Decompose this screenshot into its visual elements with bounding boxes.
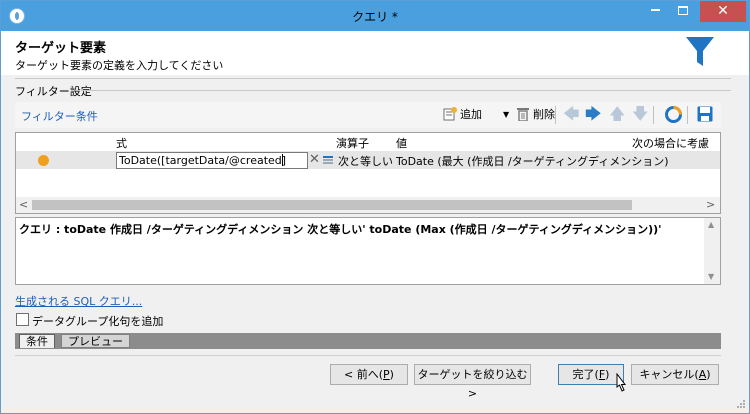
column-header-consider[interactable]: 次の場合に考慮 [632, 135, 709, 151]
expression-editor-icon[interactable] [323, 155, 333, 165]
mouse-pointer-icon [616, 373, 627, 392]
value-cell[interactable]: ToDate (最大 (作成日 /ターゲティングディメンション) [396, 153, 669, 169]
finish-button-label: 完了( [572, 368, 599, 381]
expression-input[interactable]: ToDate([targetData/@created] [116, 152, 308, 169]
header-subtitle: ターゲット要素の定義を入力してください [15, 59, 224, 72]
resize-grip-icon[interactable] [736, 399, 746, 409]
distribution-pie-icon[interactable] [665, 106, 682, 123]
previous-button[interactable]: < 前へ(P) [330, 364, 408, 385]
previous-button-shortcut: P [383, 368, 390, 381]
filter-group-divider [81, 90, 731, 91]
add-button-label[interactable]: 追加 [460, 106, 482, 124]
query-summary-box: クエリ : toDate 作成日 /ターゲティングディメンション 次と等しい' … [15, 217, 721, 285]
cancel-button-label: キャンセル( [639, 368, 699, 381]
text-cursor [282, 154, 283, 166]
data-grouping-checkbox[interactable] [16, 313, 29, 326]
minimize-icon [650, 9, 660, 11]
close-button[interactable]: ✕ [700, 1, 746, 22]
grid-header: 式 演算子 値 次の場合に考慮 [16, 133, 720, 151]
save-icon[interactable] [697, 106, 713, 122]
scroll-left-icon[interactable]: < [19, 198, 28, 211]
funnel-icon [686, 37, 714, 66]
column-header-value[interactable]: 値 [396, 135, 407, 151]
cancel-button-end: ) [706, 368, 711, 381]
filter-group-label: フィルター設定 [15, 85, 92, 98]
cancel-button[interactable]: キャンセル(A) [631, 364, 719, 385]
header-divider [15, 78, 731, 79]
generated-sql-link[interactable]: 生成される SQL クエリ... [15, 293, 142, 309]
add-icon[interactable] [443, 107, 457, 121]
delete-button-label[interactable]: 削除 [533, 106, 555, 124]
column-header-expression[interactable]: 式 [116, 135, 127, 151]
header-title: ターゲット要素 [15, 41, 107, 56]
footer-divider [15, 355, 721, 356]
clear-icon[interactable]: ✕ [309, 152, 320, 168]
minimize-button[interactable] [641, 1, 669, 22]
title-bar[interactable]: クエリ * ✕ [1, 1, 749, 31]
operator-cell[interactable]: 次と等しい [338, 153, 393, 169]
previous-button-label: < 前へ( [344, 368, 384, 381]
scrollbar-thumb[interactable] [32, 200, 632, 210]
narrow-target-button[interactable]: ターゲットを絞り込む> [414, 364, 531, 400]
trash-icon[interactable] [517, 107, 529, 121]
window-title: クエリ * [352, 10, 398, 24]
maximize-button[interactable] [669, 1, 697, 22]
filter-conditions-link[interactable]: フィルター条件 [21, 108, 98, 124]
dialog-header: ターゲット要素 ターゲット要素の定義を入力してください [1, 31, 749, 75]
arrow-up-icon[interactable]: 🡅 [609, 105, 625, 123]
tab-bar: 条件 プレビュー [15, 333, 721, 349]
maximize-icon [678, 6, 688, 15]
status-dot-icon [38, 155, 49, 166]
close-icon: ✕ [717, 3, 729, 19]
toolbar-separator [653, 106, 654, 124]
filter-toolbar: フィルター条件 追加 ▼ 削除 🡄 🡆 🡅 🡇 [15, 102, 721, 128]
table-row[interactable]: ToDate([targetData/@created] ✕ 次と等しい ToD… [16, 151, 720, 169]
horizontal-scrollbar[interactable]: < > [16, 197, 720, 213]
column-header-operator[interactable]: 演算子 [336, 135, 369, 151]
vertical-scrollbar[interactable]: ▲ ▼ [704, 218, 720, 284]
finish-button-end: ) [605, 368, 610, 381]
arrow-right-icon[interactable]: 🡆 [585, 105, 602, 123]
add-dropdown-chevron-icon[interactable]: ▼ [503, 106, 509, 124]
arrow-left-icon[interactable]: 🡄 [563, 105, 580, 123]
tab-preview[interactable]: プレビュー [61, 334, 130, 348]
query-summary-text: クエリ : toDate 作成日 /ターゲティングディメンション 次と等しい' … [19, 223, 662, 236]
scroll-right-icon[interactable]: > [706, 198, 715, 211]
data-grouping-label[interactable]: データグループ化句を追加 [32, 313, 163, 329]
query-dialog-window: クエリ * ✕ ターゲット要素 ターゲット要素の定義を入力してください フィルタ… [0, 0, 750, 414]
filter-grid: 式 演算子 値 次の場合に考慮 ToDate([targetData/@crea… [15, 132, 721, 214]
arrow-down-icon[interactable]: 🡇 [632, 105, 648, 123]
scroll-up-icon[interactable]: ▲ [708, 220, 714, 229]
previous-button-end: ) [389, 368, 394, 381]
toolbar-separator [555, 106, 556, 124]
tab-conditions[interactable]: 条件 [19, 334, 55, 348]
toolbar-separator [687, 106, 688, 124]
scroll-down-icon[interactable]: ▼ [708, 272, 714, 281]
